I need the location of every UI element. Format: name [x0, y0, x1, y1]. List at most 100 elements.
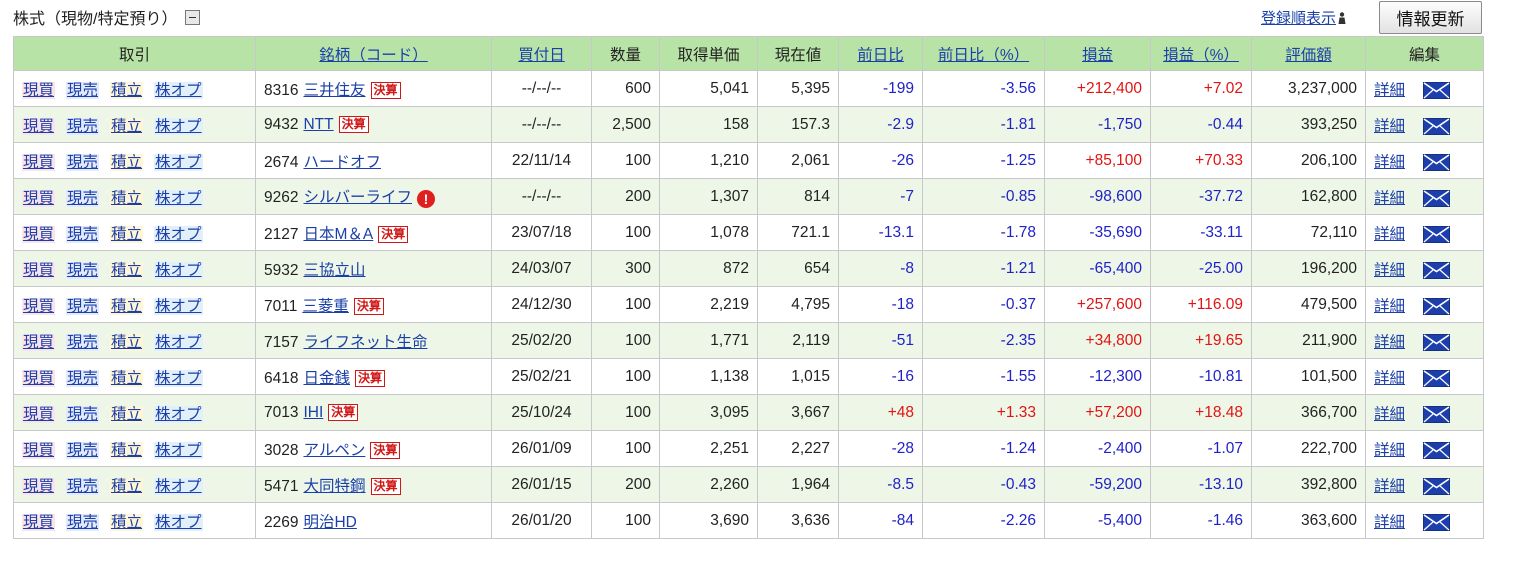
sell-link[interactable]: 現売 — [66, 117, 100, 135]
envelope-icon[interactable] — [1423, 81, 1451, 99]
header-buy-date[interactable]: 買付日 — [491, 36, 592, 71]
accumulate-link[interactable]: 積立 — [110, 297, 144, 315]
stock-name-link[interactable]: 三井住友 — [303, 82, 365, 99]
envelope-icon[interactable] — [1423, 261, 1451, 279]
buy-link[interactable]: 現買 — [22, 261, 56, 279]
header-change[interactable]: 前日比 — [838, 36, 923, 71]
envelope-icon[interactable] — [1423, 189, 1451, 207]
detail-link[interactable]: 詳細 — [1374, 370, 1405, 387]
sell-link[interactable]: 現売 — [66, 477, 100, 495]
detail-link[interactable]: 詳細 — [1374, 190, 1405, 207]
buy-link[interactable]: 現買 — [22, 513, 56, 531]
detail-link[interactable]: 詳細 — [1374, 262, 1405, 279]
stock-name-link[interactable]: ハードオフ — [303, 154, 381, 171]
stock-option-link[interactable]: 株オプ — [154, 81, 203, 99]
stock-option-link[interactable]: 株オプ — [154, 405, 203, 423]
sell-link[interactable]: 現売 — [66, 81, 100, 99]
stock-name-link[interactable]: 三菱重 — [302, 298, 349, 315]
buy-link[interactable]: 現買 — [22, 477, 56, 495]
sort-order-link[interactable]: 登録順表示 — [1261, 7, 1346, 28]
sell-link[interactable]: 現売 — [66, 333, 100, 351]
stock-option-link[interactable]: 株オプ — [154, 297, 203, 315]
sell-link[interactable]: 現売 — [66, 513, 100, 531]
buy-link[interactable]: 現買 — [22, 81, 56, 99]
stock-option-link[interactable]: 株オプ — [154, 333, 203, 351]
detail-link[interactable]: 詳細 — [1374, 82, 1405, 99]
envelope-icon[interactable] — [1423, 117, 1451, 135]
accumulate-link[interactable]: 積立 — [110, 261, 144, 279]
sell-link[interactable]: 現売 — [66, 297, 100, 315]
earnings-badge[interactable]: 決算 — [328, 403, 359, 421]
header-value[interactable]: 評価額 — [1251, 36, 1366, 71]
header-pl-pct[interactable]: 損益（%） — [1150, 36, 1252, 71]
minus-box-icon[interactable] — [185, 9, 201, 25]
sell-link[interactable]: 現売 — [66, 189, 100, 207]
stock-option-link[interactable]: 株オプ — [154, 117, 203, 135]
envelope-icon[interactable] — [1423, 297, 1451, 315]
accumulate-link[interactable]: 積立 — [110, 477, 144, 495]
stock-name-link[interactable]: 日本M＆A — [303, 226, 373, 243]
stock-option-link[interactable]: 株オプ — [154, 261, 203, 279]
stock-name-link[interactable]: NTT — [303, 116, 333, 133]
stock-option-link[interactable]: 株オプ — [154, 513, 203, 531]
sell-link[interactable]: 現売 — [66, 369, 100, 387]
header-pl[interactable]: 損益 — [1044, 36, 1151, 71]
stock-name-link[interactable]: 明治HD — [303, 514, 356, 531]
accumulate-link[interactable]: 積立 — [110, 405, 144, 423]
buy-link[interactable]: 現買 — [22, 369, 56, 387]
buy-link[interactable]: 現買 — [22, 117, 56, 135]
accumulate-link[interactable]: 積立 — [110, 225, 144, 243]
envelope-icon[interactable] — [1423, 333, 1451, 351]
refresh-button[interactable]: 情報更新 — [1379, 1, 1482, 34]
buy-link[interactable]: 現買 — [22, 189, 56, 207]
envelope-icon[interactable] — [1423, 441, 1451, 459]
stock-option-link[interactable]: 株オプ — [154, 477, 203, 495]
earnings-badge[interactable]: 決算 — [378, 225, 409, 243]
accumulate-link[interactable]: 積立 — [110, 117, 144, 135]
envelope-icon[interactable] — [1423, 225, 1451, 243]
header-change-pct[interactable]: 前日比（%） — [922, 36, 1045, 71]
sell-link[interactable]: 現売 — [66, 441, 100, 459]
envelope-icon[interactable] — [1423, 513, 1451, 531]
buy-link[interactable]: 現買 — [22, 297, 56, 315]
detail-link[interactable]: 詳細 — [1374, 514, 1405, 531]
detail-link[interactable]: 詳細 — [1374, 298, 1405, 315]
stock-option-link[interactable]: 株オプ — [154, 153, 203, 171]
accumulate-link[interactable]: 積立 — [110, 369, 144, 387]
sell-link[interactable]: 現売 — [66, 225, 100, 243]
earnings-badge[interactable]: 決算 — [353, 297, 384, 315]
accumulate-link[interactable]: 積立 — [110, 153, 144, 171]
buy-link[interactable]: 現買 — [22, 405, 56, 423]
detail-link[interactable]: 詳細 — [1374, 442, 1405, 459]
accumulate-link[interactable]: 積立 — [110, 513, 144, 531]
envelope-icon[interactable] — [1423, 369, 1451, 387]
stock-option-link[interactable]: 株オプ — [154, 441, 203, 459]
buy-link[interactable]: 現買 — [22, 153, 56, 171]
earnings-badge[interactable]: 決算 — [338, 115, 369, 133]
sell-link[interactable]: 現売 — [66, 153, 100, 171]
sell-link[interactable]: 現売 — [66, 261, 100, 279]
sell-link[interactable]: 現売 — [66, 405, 100, 423]
stock-name-link[interactable]: ライフネット生命 — [303, 334, 427, 351]
earnings-badge[interactable]: 決算 — [370, 441, 401, 459]
stock-option-link[interactable]: 株オプ — [154, 369, 203, 387]
detail-link[interactable]: 詳細 — [1374, 226, 1405, 243]
accumulate-link[interactable]: 積立 — [110, 333, 144, 351]
buy-link[interactable]: 現買 — [22, 441, 56, 459]
stock-name-link[interactable]: 三協立山 — [303, 262, 365, 279]
envelope-icon[interactable] — [1423, 477, 1451, 495]
stock-name-link[interactable]: 大同特鋼 — [303, 478, 365, 495]
stock-name-link[interactable]: IHI — [303, 404, 323, 421]
buy-link[interactable]: 現買 — [22, 333, 56, 351]
earnings-badge[interactable]: 決算 — [370, 81, 401, 99]
buy-link[interactable]: 現買 — [22, 225, 56, 243]
detail-link[interactable]: 詳細 — [1374, 334, 1405, 351]
stock-option-link[interactable]: 株オプ — [154, 225, 203, 243]
envelope-icon[interactable] — [1423, 405, 1451, 423]
earnings-badge[interactable]: 決算 — [370, 477, 401, 495]
accumulate-link[interactable]: 積立 — [110, 441, 144, 459]
detail-link[interactable]: 詳細 — [1374, 478, 1405, 495]
detail-link[interactable]: 詳細 — [1374, 154, 1405, 171]
accumulate-link[interactable]: 積立 — [110, 189, 144, 207]
detail-link[interactable]: 詳細 — [1374, 118, 1405, 135]
